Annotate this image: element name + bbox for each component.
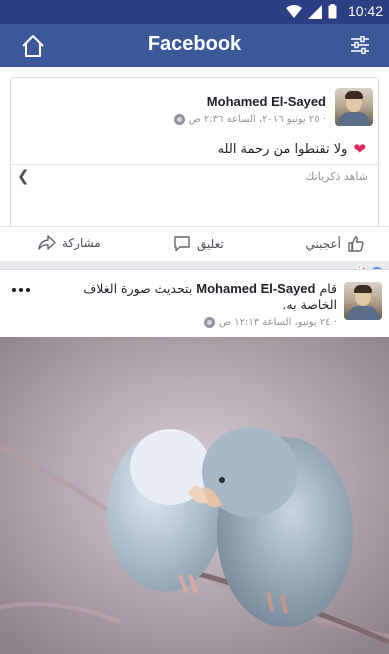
card-top-strip (0, 67, 389, 71)
app-bar: Facebook (0, 24, 389, 67)
globe-icon (173, 114, 185, 125)
lovebirds-image (0, 337, 389, 654)
avatar[interactable] (344, 282, 382, 320)
see-memories-link[interactable]: شاهد ذكرياتك (305, 170, 368, 183)
post-actions-bar: أعجبني تعليق مشاركة (0, 226, 389, 261)
see-memories-bar[interactable]: ❮ شاهد ذكرياتك (11, 164, 378, 188)
like-button[interactable]: أعجبني (306, 235, 365, 253)
post-meta: ٢٤ يونيو، الساعة ١٢:١٣ ص · (203, 317, 337, 328)
heart-icon: ❤ (353, 140, 366, 158)
comment-bubble-icon (174, 236, 190, 252)
author-name[interactable]: Mohamed El-Sayed (207, 94, 326, 109)
post-date: ٢٤ يونيو، الساعة ١٢:١٣ ص · (218, 317, 337, 328)
like-label: أعجبني (305, 237, 341, 251)
comment-label: تعليق (197, 236, 224, 251)
cover-photo[interactable] (0, 337, 389, 654)
chevron-left-icon[interactable]: ❮ (17, 167, 30, 185)
post-meta: ٢٥ يونيو ٢٠١٦، الساعة ٢:٣٦ ص · (173, 114, 326, 125)
status-icons (286, 4, 337, 19)
share-label: مشاركة (62, 236, 101, 250)
cover-photo-post-card: قام Mohamed El-Sayed بتحديث صورة الغلاف … (0, 269, 389, 654)
comment-button[interactable]: تعليق (173, 235, 224, 252)
clock-time: 10:42 (347, 3, 383, 19)
battery-icon (328, 4, 337, 19)
author-name[interactable]: Mohamed El-Sayed (196, 281, 315, 296)
more-options-icon[interactable] (12, 288, 30, 292)
post-date: ٢٥ يونيو ٢٠١٦، الساعة ٢:٣٦ ص · (188, 114, 326, 125)
status-bar: 10:42 (0, 0, 389, 24)
post-text-row: ولا تقنطوا من رحمة الله ❤ (218, 140, 366, 158)
share-arrow-icon (38, 235, 56, 250)
post-header-text: قام Mohamed El-Sayed بتحديث صورة الغلاف … (57, 281, 337, 313)
signal-icon (308, 4, 322, 19)
menu-settings-icon[interactable] (350, 35, 370, 58)
wifi-icon (286, 4, 302, 18)
action-prefix: قام (319, 281, 337, 296)
thumbs-up-icon (348, 236, 364, 252)
globe-icon (203, 317, 215, 328)
share-button[interactable]: مشاركة (38, 235, 101, 251)
avatar[interactable] (335, 88, 373, 126)
app-title: Facebook (147, 33, 242, 55)
post-text: ولا تقنطوا من رحمة الله (217, 141, 348, 157)
